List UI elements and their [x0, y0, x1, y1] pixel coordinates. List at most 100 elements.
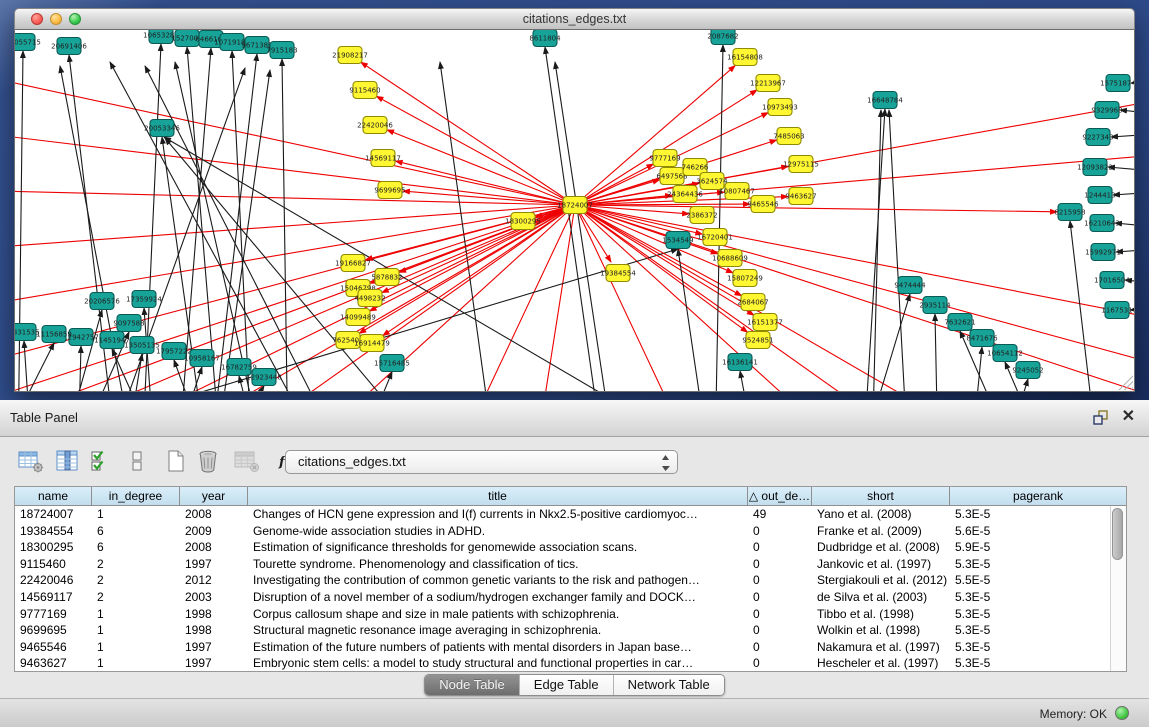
graph-node-label: 2087682: [707, 33, 738, 41]
table-cell: 1: [92, 639, 180, 656]
table-vertical-scrollbar[interactable]: [1110, 506, 1126, 671]
graph-node-label: 15807249: [727, 275, 763, 283]
graph-node-label: 22420046: [357, 122, 393, 130]
graph-edge: [575, 90, 1134, 205]
table-row[interactable]: 946362711997Embryonic stem cells: a mode…: [15, 655, 1126, 672]
graph-node-label: 15751874: [1100, 80, 1134, 88]
graph-edge: [935, 314, 938, 391]
table-cell: 5.3E-5: [950, 556, 1126, 573]
graph-node-label: 10688609: [712, 255, 748, 263]
column-header-year[interactable]: year: [180, 487, 248, 505]
new-table-document-icon[interactable]: [166, 449, 186, 473]
network-canvas[interactable]: 1872400797771696497568746266362457424364…: [14, 30, 1135, 392]
table-cell: Franke et al. (2009): [812, 523, 950, 540]
table-cell: Estimation of the future numbers of pati…: [248, 639, 748, 656]
graph-node-label: 10958167: [184, 355, 220, 363]
graph-node-label: 7915183: [266, 47, 297, 55]
graph-edge: [860, 294, 910, 391]
table-cell: Stergiakouli et al. (2012): [812, 572, 950, 589]
table-row[interactable]: 1872400712008Changes of HCN gene express…: [15, 506, 1126, 523]
column-header-out_de[interactable]: △ out_de…: [748, 487, 812, 505]
table-cell: 6: [92, 523, 180, 540]
graph-node-label: 20053346: [144, 125, 180, 133]
status-bar: Memory: OK: [0, 698, 1149, 727]
column-header-title[interactable]: title: [248, 487, 748, 505]
graph-node-label: 1534549: [662, 237, 693, 245]
traffic-light-minimize-button[interactable]: [50, 13, 62, 25]
table-selector-value: citations_edges.txt: [286, 451, 677, 473]
table-panel-titlebar: Table Panel ✕: [0, 400, 1149, 437]
graph-edge: [889, 110, 908, 391]
graph-node-label: 16648784: [867, 97, 903, 105]
float-window-icon[interactable]: [1093, 410, 1109, 426]
citation-graph[interactable]: 1872400797771696497568746266362457424364…: [15, 30, 1134, 391]
close-panel-icon[interactable]: ✕: [1122, 407, 1135, 427]
table-cell: Tibbo et al. (1998): [812, 606, 950, 623]
table-body: 1872400712008Changes of HCN gene express…: [15, 506, 1126, 672]
graph-edge: [366, 205, 575, 260]
graph-edge: [740, 371, 757, 391]
traffic-light-close-button[interactable]: [31, 13, 43, 25]
table-cell: 1998: [180, 606, 248, 623]
column-header-name[interactable]: name: [15, 487, 92, 505]
table-row[interactable]: 946554611997Estimation of the future num…: [15, 639, 1126, 656]
table-row[interactable]: 969969511998Structural magnetic resonanc…: [15, 622, 1126, 639]
node-table: namein_degreeyeartitle△ out_de…shortpage…: [14, 486, 1127, 672]
table-row[interactable]: 977716911998Corpus callosum shape and si…: [15, 606, 1126, 623]
graph-edge: [24, 341, 32, 391]
graph-node-label: 20206576: [84, 298, 120, 306]
scrollbar-thumb[interactable]: [1112, 508, 1123, 560]
table-cell: Corpus callosum shape and size in male p…: [248, 606, 748, 623]
graph-node-label: 18724007: [557, 202, 593, 210]
table-cell: 5.3E-5: [950, 506, 1126, 523]
network-window-titlebar[interactable]: citations_edges.txt: [14, 8, 1135, 30]
table-cell: Nakamura et al. (1997): [812, 639, 950, 656]
table-cell: Hescheler et al. (1997): [812, 655, 950, 672]
graph-node-label: 10654112: [987, 350, 1023, 358]
table-cell: 0: [748, 556, 812, 573]
table-cell: 9463627: [15, 655, 92, 672]
table-cell: 0: [748, 572, 812, 589]
table-cell: Genome-wide association studies in ADHD.: [248, 523, 748, 540]
graph-node-label: 13505135: [124, 342, 160, 350]
tab-edge-table[interactable]: Edge Table: [520, 675, 614, 695]
graph-node-label: 24364436: [667, 191, 703, 199]
table-row[interactable]: 2242004622012Investigating the contribut…: [15, 572, 1126, 589]
graph-node-label: 1244413: [1084, 192, 1115, 200]
table-cell: Disruption of a novel member of a sodium…: [248, 589, 748, 606]
column-header-short[interactable]: short: [812, 487, 950, 505]
table-row[interactable]: 911546021997Tourette syndrome. Phenomeno…: [15, 556, 1126, 573]
table-cell: de Silva et al. (2003): [812, 589, 950, 606]
traffic-light-zoom-button[interactable]: [69, 13, 81, 25]
table-cell: 2012: [180, 572, 248, 589]
graph-node-label: 21908217: [332, 52, 368, 60]
graph-node-label: 20691406: [51, 43, 87, 51]
table-cell: Estimation of significance thresholds fo…: [248, 539, 748, 556]
table-cell: 1: [92, 655, 180, 672]
table-cell: 5.3E-5: [950, 589, 1126, 606]
column-header-in_degree[interactable]: in_degree: [92, 487, 180, 505]
delete-trash-icon[interactable]: [197, 449, 219, 473]
table-cell: 5.3E-5: [950, 606, 1126, 623]
table-cell: Dudbridge et al. (2008): [812, 539, 950, 556]
graph-node-label: 19166827: [335, 260, 371, 268]
graph-node-label: 16914479: [354, 340, 390, 348]
table-row[interactable]: 1456911722003Disruption of a novel membe…: [15, 589, 1126, 606]
graph-node-label: 7632621: [944, 319, 975, 327]
column-header-pagerank[interactable]: pagerank: [950, 487, 1126, 505]
table-row[interactable]: 1938455462009Genome-wide association stu…: [15, 523, 1126, 540]
table-selector-combobox[interactable]: citations_edges.txt: [285, 450, 678, 474]
graph-node-label: 17359924: [126, 296, 162, 304]
tab-node-table[interactable]: Node Table: [425, 675, 520, 695]
select-columns-checklist-icon[interactable]: [90, 449, 112, 473]
table-cell: 9115460: [15, 556, 92, 573]
table-cell: 5.5E-5: [950, 572, 1126, 589]
table-settings-icon[interactable]: [18, 449, 44, 473]
graph-edge: [1111, 131, 1134, 137]
table-cell: 2009: [180, 523, 248, 540]
table-row[interactable]: 1830029562008Estimation of significance …: [15, 539, 1126, 556]
tab-network-table[interactable]: Network Table: [614, 675, 724, 695]
checkbox-list-icon[interactable]: [129, 449, 145, 473]
show-column-icon[interactable]: [55, 449, 79, 473]
graph-node-label: 8611804: [529, 35, 561, 43]
